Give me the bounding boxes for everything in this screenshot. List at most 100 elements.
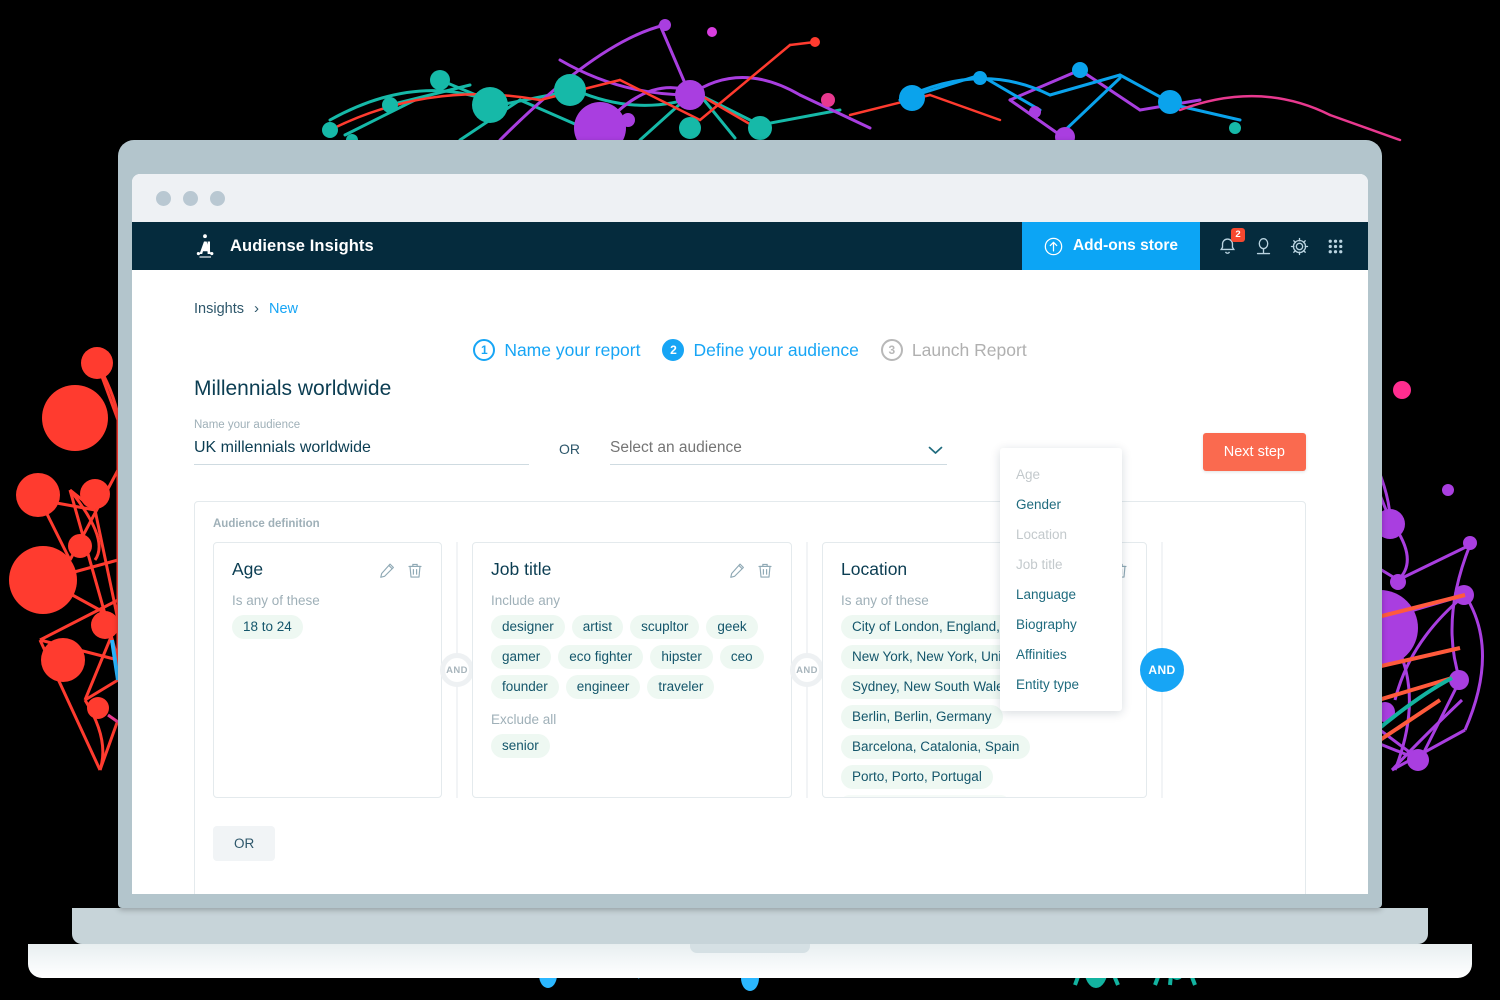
step-launch-report: 3 Launch Report [880, 339, 1027, 361]
card-header: Age [232, 559, 423, 580]
step-2-label: Define your audience [693, 339, 859, 360]
add-ons-store-button[interactable]: Add-ons store [1021, 222, 1200, 270]
brand-name: Audiense Insights [230, 236, 374, 255]
next-step-button[interactable]: Next step [1202, 433, 1306, 471]
breadcrumb-separator-icon: › [253, 300, 259, 317]
card-tags-age: 18 to 24 [232, 615, 423, 639]
tag[interactable]: founder [491, 675, 559, 699]
tag-truncated [841, 795, 1009, 797]
attribute-dropdown-menu: Age Gender Location Job title Language B… [1000, 448, 1122, 711]
definition-card-job-title: Job title Include any designer artist sc… [472, 542, 792, 798]
tag[interactable]: geek [706, 615, 758, 639]
tag[interactable]: scupltor [630, 615, 700, 639]
brand[interactable]: Audiense Insights [132, 233, 374, 259]
or-separator: OR [559, 441, 580, 457]
step-1-number: 1 [473, 339, 496, 361]
step-2-number: 2 [662, 339, 685, 361]
gear-icon[interactable] [1288, 235, 1310, 257]
tag[interactable]: Porto, Porto, Portugal [841, 765, 993, 789]
window-minimize-dot[interactable] [183, 190, 198, 206]
card-tags-job-exclude: senior [491, 734, 773, 758]
tag[interactable]: Berlin, Berlin, Germany [841, 705, 1003, 729]
dropdown-item-affinities[interactable]: Affinities [1000, 639, 1122, 669]
tag[interactable]: eco fighter [558, 645, 644, 669]
step-name-your-report[interactable]: 1 Name your report [473, 339, 640, 361]
tag[interactable]: engineer [565, 675, 641, 699]
header-icon-group: 2 [1200, 222, 1368, 270]
page-title: Millennials worldwide [194, 377, 392, 400]
notifications-badge: 2 [1231, 228, 1245, 242]
connector-jobtitle-location: AND [790, 542, 824, 798]
window-maximize-dot[interactable] [210, 190, 225, 206]
audience-select-wrap [610, 435, 947, 465]
dropdown-item-language[interactable]: Language [1000, 579, 1122, 609]
definition-card-age: Age Is any of these 18 to 24 [213, 542, 442, 798]
trash-icon[interactable] [407, 562, 423, 579]
tag[interactable]: artist [571, 615, 624, 639]
and-chip-1[interactable]: AND [440, 653, 474, 687]
step-3-label: Launch Report [911, 339, 1027, 360]
connector-age-jobtitle: AND [440, 542, 474, 798]
tag[interactable]: hipster [650, 645, 713, 669]
dropdown-item-job-title: Job title [1016, 556, 1063, 572]
card-actions [379, 559, 423, 579]
dropdown-item-biography[interactable]: Biography [1000, 609, 1122, 639]
card-condition-job-include: Include any [491, 593, 561, 608]
laptop-notch [690, 944, 810, 953]
card-header: Job title [491, 559, 773, 580]
breadcrumb-insights[interactable]: Insights [194, 301, 244, 317]
apps-grid-icon[interactable] [1324, 235, 1346, 257]
trash-icon[interactable] [757, 562, 773, 579]
audiense-a-logo-icon [196, 234, 214, 258]
browser-titlebar [132, 174, 1368, 222]
dropdown-item-gender[interactable]: Gender [1000, 489, 1122, 519]
card-tags-job-include: designer artist scupltor geek gamer eco … [491, 615, 773, 699]
card-condition-age: Is any of these [232, 593, 320, 608]
tag[interactable]: senior [491, 734, 550, 758]
audience-name-label: Name your audience [194, 419, 301, 431]
card-condition-job-exclude: Exclude all [491, 712, 557, 727]
tag[interactable]: traveler [647, 675, 715, 699]
notifications-bell-icon[interactable]: 2 [1216, 228, 1245, 257]
pencil-icon[interactable] [729, 562, 745, 579]
pencil-icon[interactable] [379, 562, 395, 579]
connector-location-add: AND [1140, 542, 1184, 798]
tag[interactable]: gamer [491, 645, 552, 669]
header-right: Add-ons store 2 [1021, 222, 1368, 270]
page-content: Insights › New 1 Name your report 2 Defi… [132, 270, 1368, 894]
tag[interactable]: designer [491, 615, 565, 639]
or-button[interactable]: OR [213, 826, 276, 861]
step-3-number: 3 [880, 339, 903, 361]
breadcrumb: Insights › New [194, 270, 1306, 317]
step-1-label: Name your report [504, 339, 641, 360]
user-avatar-icon[interactable] [1252, 235, 1274, 257]
tag[interactable]: 18 to 24 [232, 615, 303, 639]
app-header: Audiense Insights Add-ons store 2 [132, 222, 1368, 270]
dropdown-item-age: Age [1016, 466, 1041, 482]
browser-window: Audiense Insights Add-ons store 2 Insigh… [132, 174, 1368, 894]
card-title-age: Age [232, 559, 264, 579]
and-chip-2[interactable]: AND [790, 653, 824, 687]
window-close-dot[interactable] [156, 190, 171, 206]
step-define-your-audience[interactable]: 2 Define your audience [662, 339, 859, 361]
card-title-location: Location [841, 559, 908, 579]
and-chip-3[interactable]: AND [1140, 648, 1184, 692]
card-actions [729, 559, 773, 579]
card-title-job-title: Job title [491, 559, 552, 579]
dropdown-item-location: Location [1016, 526, 1068, 542]
definition-cards: Age Is any of these 18 to 24 AND Job tit… [213, 542, 1287, 798]
tag[interactable]: ceo [719, 645, 764, 669]
audience-select-input[interactable] [610, 435, 947, 465]
audience-definition-panel: Audience definition Age Is any of these … [194, 501, 1306, 894]
tag[interactable]: Barcelona, Catalonia, Spain [841, 735, 1031, 759]
audience-definition-label: Audience definition [213, 518, 320, 530]
audience-name-field: Name your audience [194, 419, 529, 465]
wizard-steps: 1 Name your report 2 Define your audienc… [194, 339, 1306, 361]
audience-name-row: Name your audience OR Next step [194, 419, 1306, 471]
add-ons-store-label: Add-ons store [1072, 237, 1178, 254]
audience-name-input[interactable] [194, 435, 529, 465]
dropdown-item-entity-type[interactable]: Entity type [1000, 669, 1122, 699]
arrow-up-circle-icon [1044, 237, 1063, 255]
breadcrumb-new[interactable]: New [269, 301, 298, 317]
laptop-base [72, 908, 1428, 944]
